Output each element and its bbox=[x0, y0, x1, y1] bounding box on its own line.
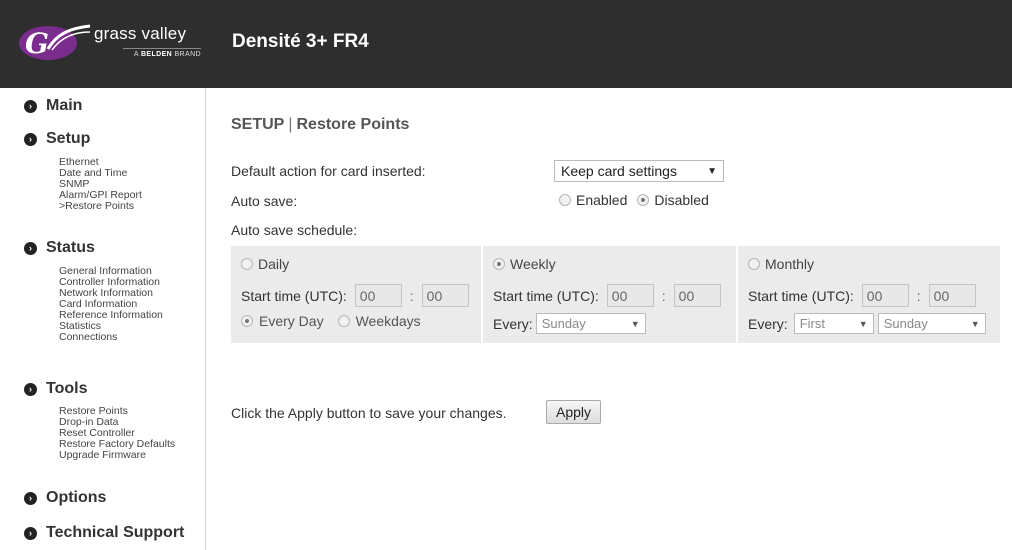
monthly-hour-input[interactable]: 00 bbox=[861, 284, 909, 307]
daily-hour-input[interactable]: 00 bbox=[354, 284, 402, 307]
weekly-schedule-panel: Weekly Start time (UTC): 00 : 00 Every: … bbox=[483, 246, 736, 343]
auto-save-radio-group: Enabled Disabled bbox=[559, 192, 719, 208]
daily-option: Daily bbox=[241, 256, 289, 272]
grass-valley-logo[interactable]: G grass valley A BELDEN BRAND bbox=[10, 18, 206, 68]
chevron-right-circle-icon: › bbox=[24, 491, 37, 505]
dropdown-arrow-icon: ▼ bbox=[858, 318, 868, 329]
main-content: SETUP | Restore Points Default action for … bbox=[207, 88, 1012, 550]
default-action-select[interactable]: Keep card settings ▼ bbox=[554, 160, 724, 182]
sidebar-subitem-connections[interactable]: Connections bbox=[59, 332, 117, 343]
daily-minute-input[interactable]: 00 bbox=[421, 284, 469, 307]
logo-brand-text: grass valley bbox=[94, 24, 187, 43]
daily-schedule-panel: Daily Start time (UTC): 00 : 00 Every Da… bbox=[231, 246, 481, 343]
monthly-option: Monthly bbox=[748, 256, 814, 272]
chevron-right-circle-icon: › bbox=[24, 132, 37, 146]
monthly-ordinal-select[interactable]: First ▼ bbox=[793, 313, 874, 334]
weekly-option: Weekly bbox=[493, 256, 556, 272]
apply-instruction-text: Click the Apply button to save your chan… bbox=[231, 405, 507, 421]
default-action-label: Default action for card inserted: bbox=[231, 163, 426, 179]
chevron-right-circle-icon: › bbox=[24, 99, 37, 113]
weekly-every-row: Every: Sunday ▼ bbox=[493, 313, 646, 334]
auto-save-enabled-radio[interactable] bbox=[559, 194, 571, 206]
sidebar-item-main[interactable]: › Main bbox=[24, 97, 82, 115]
dropdown-arrow-icon: ▼ bbox=[707, 165, 717, 177]
weekly-minute-input[interactable]: 00 bbox=[673, 284, 721, 307]
page-title: SETUP | Restore Points bbox=[231, 116, 410, 133]
logo-sub-text: A BELDEN BRAND bbox=[123, 48, 201, 58]
dropdown-arrow-icon: ▼ bbox=[970, 318, 980, 329]
chevron-right-circle-icon: › bbox=[24, 382, 37, 396]
weekdays-radio[interactable] bbox=[337, 315, 350, 327]
monthly-minute-input[interactable]: 00 bbox=[928, 284, 976, 307]
monthly-start-time-row: Start time (UTC): 00 : 00 bbox=[748, 284, 976, 307]
sidebar-item-setup[interactable]: › Setup bbox=[24, 130, 90, 148]
header-bar: G grass valley A BELDEN BRAND Densité 3+… bbox=[0, 0, 1012, 88]
monthly-day-select[interactable]: Sunday ▼ bbox=[877, 313, 986, 334]
sidebar-subitem-upgrade-firmware[interactable]: Upgrade Firmware bbox=[59, 450, 146, 461]
apply-button[interactable]: Apply bbox=[546, 400, 602, 424]
weekly-hour-input[interactable]: 00 bbox=[606, 284, 654, 307]
grass-valley-g-icon: G bbox=[19, 24, 91, 60]
sidebar-nav: › Main › Setup Ethernet Date and Time SN… bbox=[0, 88, 206, 550]
svg-text:G: G bbox=[25, 27, 49, 60]
sidebar-item-status[interactable]: › Status bbox=[24, 239, 95, 257]
weekly-start-time-row: Start time (UTC): 00 : 00 bbox=[493, 284, 721, 307]
chevron-right-circle-icon: › bbox=[24, 526, 37, 540]
auto-save-schedule-label: Auto save schedule: bbox=[231, 222, 358, 238]
monthly-every-row: Every: First ▼ Sunday ▼ bbox=[748, 313, 986, 334]
dropdown-arrow-icon: ▼ bbox=[630, 318, 640, 329]
daily-start-time-row: Start time (UTC): 00 : 00 bbox=[241, 284, 469, 307]
app-title: Densité 3+ FR4 bbox=[232, 31, 369, 52]
chevron-right-circle-icon: › bbox=[24, 241, 37, 255]
every-day-radio[interactable] bbox=[241, 315, 253, 327]
weekly-day-select[interactable]: Sunday ▼ bbox=[535, 313, 646, 334]
sidebar-item-tools[interactable]: › Tools bbox=[24, 380, 87, 398]
daily-every-row: Every Day Weekdays bbox=[241, 313, 421, 329]
monthly-schedule-panel: Monthly Start time (UTC): 00 : 00 Every:… bbox=[738, 246, 1000, 343]
sidebar-subitem-restore-points-active[interactable]: >Restore Points bbox=[59, 201, 134, 212]
weekly-radio[interactable] bbox=[493, 258, 505, 270]
auto-save-label: Auto save: bbox=[231, 193, 298, 209]
sidebar-item-technical-support[interactable]: › Technical Support bbox=[24, 524, 184, 542]
monthly-radio[interactable] bbox=[748, 258, 760, 270]
auto-save-disabled-radio[interactable] bbox=[637, 194, 650, 206]
sidebar-item-options[interactable]: › Options bbox=[24, 489, 106, 507]
daily-radio[interactable] bbox=[241, 258, 253, 270]
